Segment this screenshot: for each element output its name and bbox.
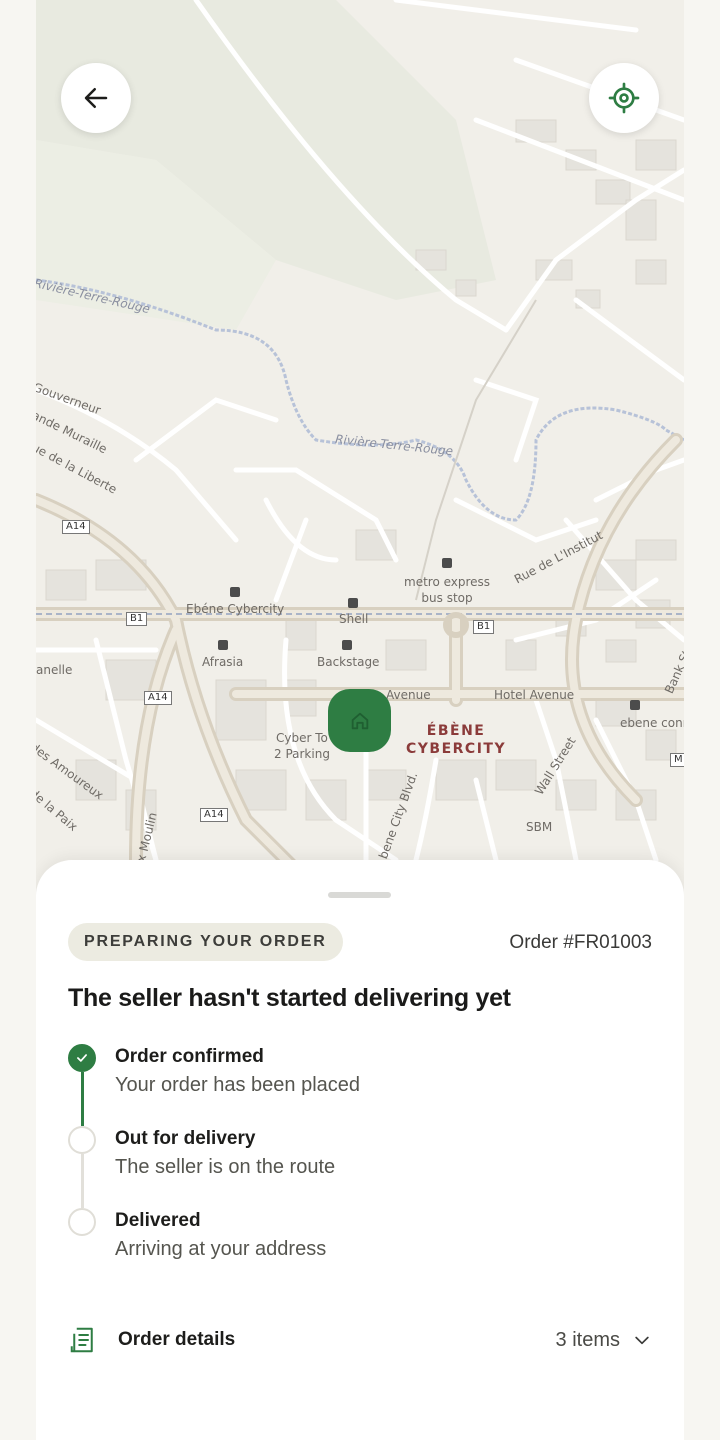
step-pending-indicator (68, 1126, 96, 1154)
step-title: Order confirmed (115, 1046, 264, 1067)
order-status-sheet: PREPARING YOUR ORDER Order #FR01003 The … (36, 860, 684, 1440)
map-label-poi: ebene connect (620, 716, 684, 730)
map-label-poi: Cyber To 2 Parking (274, 731, 330, 761)
bank-icon (218, 640, 228, 650)
status-badge: PREPARING YOUR ORDER (68, 923, 343, 961)
map-label-street: Avenue (386, 688, 431, 702)
home-icon (351, 712, 368, 729)
status-headline: The seller hasn't started delivering yet (68, 984, 511, 1012)
map-label-street: Hotel Avenue (494, 688, 575, 702)
map-label-poi: Backstage (317, 655, 380, 669)
order-number: Order #FR01003 (509, 932, 652, 953)
map-label-poi: SBM (526, 820, 553, 834)
map-road-shield: B1 (473, 620, 495, 634)
step-pending-indicator (68, 1208, 96, 1236)
back-button[interactable] (61, 63, 131, 133)
bus-stop-icon (230, 587, 240, 597)
timeline-step-out-for-delivery: Out for delivery The seller is on the ro… (66, 1126, 646, 1196)
order-details-toggle[interactable]: Order details 3 items (68, 1320, 652, 1360)
map-view[interactable]: Rivière-Terre-Rouge Rivière-Terre-Rouge … (36, 0, 684, 900)
map-road-shield: A14 (62, 520, 90, 534)
map-label-street: anelle (36, 663, 73, 677)
locate-button[interactable] (589, 63, 659, 133)
map-road-shield: A14 (200, 808, 228, 822)
map-label-district: ÉBÈNE CYBERCITY (406, 723, 507, 757)
map-label-poi: Afrasia (202, 655, 244, 669)
receipt-icon (70, 1327, 93, 1353)
crosshair-icon (608, 82, 640, 114)
map-road-shield: B1 (126, 612, 148, 626)
map-label-poi: Ebéne Cybercity (186, 602, 285, 616)
bar-icon (342, 640, 352, 650)
bus-stop-icon (442, 558, 452, 568)
destination-pin[interactable] (328, 689, 391, 752)
step-subtitle: Your order has been placed (115, 1074, 360, 1096)
order-details-label: Order details (118, 1329, 236, 1350)
timeline-step-delivered: Delivered Arriving at your address (66, 1208, 646, 1278)
map-label-poi: Shell (339, 612, 369, 626)
chevron-down-icon (635, 1336, 649, 1345)
arrow-left-icon (84, 88, 108, 108)
map-road-shield: M (670, 753, 684, 767)
step-title: Out for delivery (115, 1128, 256, 1149)
map-label-poi: metro express bus stop (404, 575, 491, 605)
sheet-drag-handle[interactable] (328, 892, 391, 898)
map-road-shield: A14 (144, 691, 172, 705)
step-subtitle: The seller is on the route (115, 1156, 336, 1178)
timeline-step-confirmed: Order confirmed Your order has been plac… (66, 1044, 646, 1114)
check-icon (77, 1054, 87, 1062)
map-background (36, 0, 684, 877)
step-subtitle: Arriving at your address (115, 1238, 327, 1260)
fuel-icon (348, 598, 358, 608)
bus-stop-icon (630, 700, 640, 710)
order-item-count: 3 items (555, 1328, 620, 1351)
app-frame: Rivière-Terre-Rouge Rivière-Terre-Rouge … (36, 0, 684, 1440)
step-title: Delivered (115, 1210, 201, 1231)
step-complete-indicator (68, 1044, 96, 1072)
